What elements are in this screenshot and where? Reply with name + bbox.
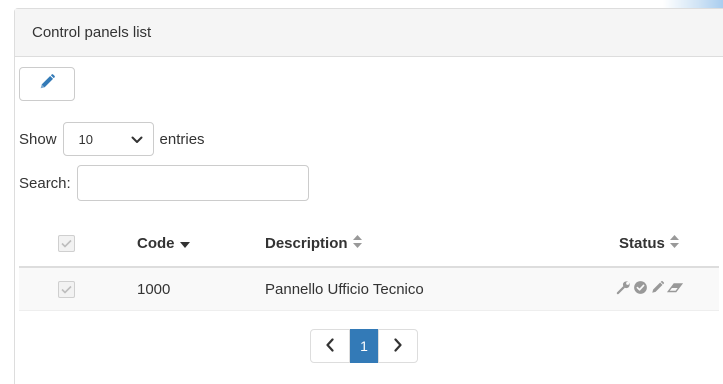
page-number-label: 1 [360,338,368,354]
sort-both-icon [669,235,679,252]
header-description[interactable]: Description [265,221,362,266]
chevron-right-icon [393,337,403,355]
header-status-label: Status [619,235,665,252]
edit-button[interactable] [19,67,75,101]
entries-label: entries [159,130,205,148]
header-select-all-cell [58,221,75,266]
panel-heading: Control panels list [15,9,723,57]
search-input[interactable] [76,165,309,201]
chevron-left-icon [325,337,335,355]
row-select-cell [58,268,75,310]
row-description: Pannello Ufficio Tecnico [265,280,424,298]
status-icons [616,280,684,299]
length-control: Show 10 entries [19,122,205,156]
search-control: Search: [19,165,309,201]
row-description-cell: Pannello Ufficio Tecnico [265,268,424,310]
pencil-icon[interactable] [650,280,665,299]
table-row[interactable]: 1000 Pannello Ufficio Tecnico [19,268,719,311]
chevron-down-icon [131,132,143,147]
eraser-icon[interactable] [666,280,684,299]
wrench-icon[interactable] [616,280,631,299]
checkmark-icon [61,285,72,294]
sort-desc-icon [179,235,190,252]
row-checkbox[interactable] [58,280,75,298]
check-circle-icon[interactable] [633,280,648,299]
header-code[interactable]: Code [137,221,190,266]
header-status[interactable]: Status [619,221,679,266]
row-status-cell [616,268,684,310]
row-code-cell: 1000 [137,268,170,310]
pencil-icon [38,73,56,96]
search-label: Search: [19,174,71,192]
show-label: Show [19,130,57,148]
header-description-label: Description [265,235,348,252]
page: Control panels list Show 10 entries Sear… [0,0,723,384]
pagination: 1 [310,329,418,363]
entries-select[interactable]: 10 [62,122,154,156]
entries-select-value: 10 [78,131,93,147]
sort-both-icon [352,235,362,252]
checkmark-icon [61,239,72,248]
panel-title: Control panels list [32,24,152,41]
page-number-button[interactable]: 1 [350,329,378,363]
next-page-button[interactable] [378,329,418,363]
table-header-row: Code Description Status [19,221,719,268]
header-code-label: Code [137,235,175,252]
select-all-checkbox[interactable] [58,235,75,252]
previous-page-button[interactable] [310,329,350,363]
row-code: 1000 [137,280,171,298]
